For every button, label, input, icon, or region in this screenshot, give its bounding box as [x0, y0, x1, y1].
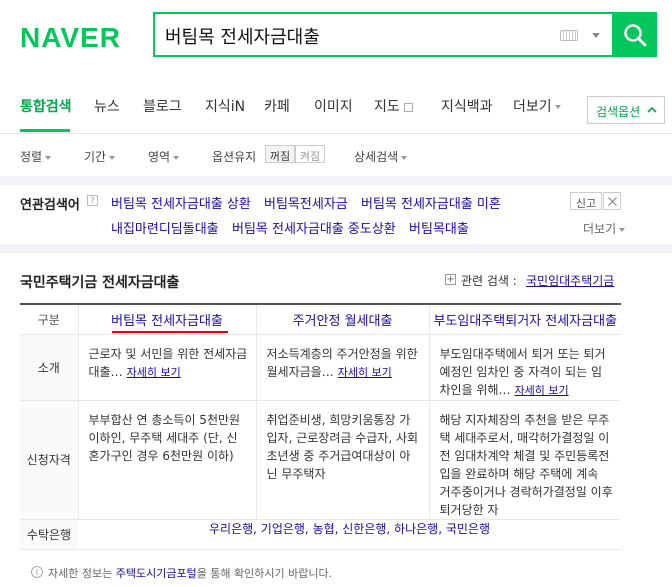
fund-portal-link[interactable]: 주택도시기금포털 [116, 567, 197, 580]
sort-label: 정렬 [20, 150, 43, 164]
section-divider [0, 244, 672, 253]
tab-kin[interactable]: 지식iN [205, 96, 245, 116]
close-button[interactable] [603, 192, 621, 210]
chevron-down-icon [173, 155, 180, 160]
tab-more-label: 더보기 [513, 99, 552, 115]
detail-link[interactable]: 자세히 보기 [338, 366, 392, 379]
table-row: 신청자격 부부합산 연 총소득이 5천만원 이하인, 무주택 세대주 (단, 신… [20, 400, 621, 520]
tab-map-label: 지도 [374, 99, 400, 115]
related-link[interactable]: 내집마련디딤돌대출 [111, 218, 219, 237]
detail-link[interactable]: 자세히 보기 [127, 366, 181, 379]
related-link[interactable]: 버팀목전세자금 [264, 193, 348, 212]
table-cell: 부도임대주택에서 퇴거 또는 퇴거 예정인 임차인 중 자격이 되는 임차인을 … [428, 334, 621, 401]
table-column-header[interactable]: 버팀목 전세자금대출 [77, 303, 256, 335]
table-row: 소개 근로자 및 서민을 위한 전세자금 대출… 자세히 보기 저소득계층의 주거… [20, 334, 621, 401]
row-label: 수탁은행 [20, 519, 78, 550]
map-window-icon [404, 102, 414, 112]
related-search-label: 관련 검색 : [461, 274, 517, 288]
banks-list[interactable]: 우리은행, 기업은행, 농협, 신한은행, 하나은행, 국민은행 [78, 519, 621, 550]
tab-cafe[interactable]: 카페 [264, 96, 290, 116]
loan-comparison-table: 구분 버팀목 전세자금대출 주거안정 월세대출 부도임대주택퇴거자 전세자금대출… [20, 303, 621, 550]
table-cell: 저소득계층의 주거안정을 위한 월세자금을… 자세히 보기 [255, 334, 429, 401]
tab-more[interactable]: 더보기 [513, 96, 561, 116]
related-search-link[interactable]: 국민임대주택기금 [526, 272, 614, 289]
divider [0, 133, 672, 134]
related-link[interactable]: 버팀목 전세자금대출 상환 [111, 193, 251, 212]
chevron-down-icon [401, 155, 408, 160]
table-cell: 근로자 및 서민을 위한 전세자금 대출… 자세히 보기 [77, 334, 256, 401]
active-column-indicator [112, 331, 228, 333]
search-options-button[interactable]: 검색옵션 [587, 96, 665, 124]
notice-prefix: 자세한 정보는 [48, 567, 113, 580]
search-input[interactable]: 버팀목 전세자금대출 [165, 23, 320, 49]
active-tab-indicator [20, 129, 70, 132]
sort-dropdown[interactable]: 정렬 [20, 148, 52, 165]
row-label: 소개 [20, 334, 78, 401]
notice-text: 자세한 정보는 주택도시기금포털을 통해 확인하시기 바랍니다. [48, 565, 332, 581]
table-header-row: 구분 버팀목 전세자금대출 주거안정 월세대출 부도임대주택퇴거자 전세자금대출 [20, 303, 621, 335]
table-cell: 해당 지자체장의 추천을 받은 무주택 세대주로서, 매각허가결정일 이전 임대… [428, 400, 621, 520]
tab-map[interactable]: 지도 [374, 96, 414, 116]
chevron-down-icon [109, 155, 116, 160]
period-dropdown[interactable]: 기간 [84, 148, 116, 165]
detail-link[interactable]: 자세히 보기 [515, 384, 569, 397]
related-link[interactable]: 버팀목대출 [409, 218, 469, 237]
tab-encyclopedia[interactable]: 지식백과 [441, 96, 493, 116]
related-more-button[interactable]: 더보기 [583, 220, 626, 237]
period-label: 기간 [84, 150, 107, 164]
table-column-header[interactable]: 주거안정 월세대출 [255, 303, 429, 335]
search-box[interactable]: 버팀목 전세자금대출 [153, 12, 612, 57]
table-header-label: 구분 [20, 303, 78, 335]
detail-search-label: 상세검색 [354, 150, 399, 164]
section-title: 국민주택기금 전세자금대출 [20, 275, 180, 291]
notice-suffix: 을 통해 확인하시기 바랍니다. [196, 567, 333, 580]
related-more-label: 더보기 [583, 222, 617, 236]
area-dropdown[interactable]: 영역 [148, 148, 180, 165]
report-button[interactable]: 신고 [570, 192, 602, 210]
option-keep-off-toggle[interactable]: 꺼짐 [265, 145, 295, 163]
related-link[interactable]: 버팀목 전세자금대출 미혼 [361, 193, 501, 212]
chevron-down-icon [45, 155, 52, 160]
row-label: 신청자격 [20, 400, 78, 520]
related-searches-title: 연관검색어 [20, 198, 80, 213]
table-cell: 취업준비생, 희망키움통장 가입자, 근로장려금 수급자, 사회초년생 중 주거… [255, 400, 429, 520]
tab-integrated[interactable]: 통합검색 [20, 96, 72, 116]
option-keep-label: 옵션유지 [212, 150, 257, 164]
keyboard-icon[interactable] [560, 30, 578, 41]
detail-search-dropdown[interactable]: 상세검색 [354, 148, 408, 165]
table-cell: 부부합산 연 총소득이 5천만원 이하인, 무주택 세대주 (단, 신혼가구인 … [77, 400, 256, 520]
close-icon [608, 197, 617, 206]
search-button[interactable] [612, 12, 657, 57]
info-icon: i [31, 566, 43, 578]
chevron-down-icon [619, 227, 626, 232]
search-tabs: 통합검색 뉴스 블로그 지식iN 카페 이미지 지도 지식백과 더보기 [0, 96, 672, 126]
plus-icon[interactable]: + [445, 274, 456, 285]
related-link[interactable]: 버팀목 전세자금대출 중도상환 [232, 218, 396, 237]
table-column-header[interactable]: 부도임대주택퇴거자 전세자금대출 [428, 303, 621, 335]
help-icon[interactable]: ? [87, 195, 98, 206]
search-icon [624, 24, 647, 47]
tab-image[interactable]: 이미지 [314, 96, 353, 116]
autocomplete-toggle-icon[interactable] [592, 33, 600, 38]
option-keep-on-toggle[interactable]: 켜짐 [295, 145, 325, 163]
tab-blog[interactable]: 블로그 [143, 96, 182, 116]
tab-news[interactable]: 뉴스 [94, 96, 120, 116]
search-options-label: 검색옵션 [596, 105, 641, 119]
table-row: 수탁은행 우리은행, 기업은행, 농협, 신한은행, 하나은행, 국민은행 [20, 519, 621, 550]
chevron-down-icon [554, 105, 561, 109]
section-divider [0, 176, 672, 185]
chevron-up-icon [647, 106, 657, 113]
area-label: 영역 [148, 150, 171, 164]
naver-logo[interactable]: NAVER [20, 22, 121, 54]
